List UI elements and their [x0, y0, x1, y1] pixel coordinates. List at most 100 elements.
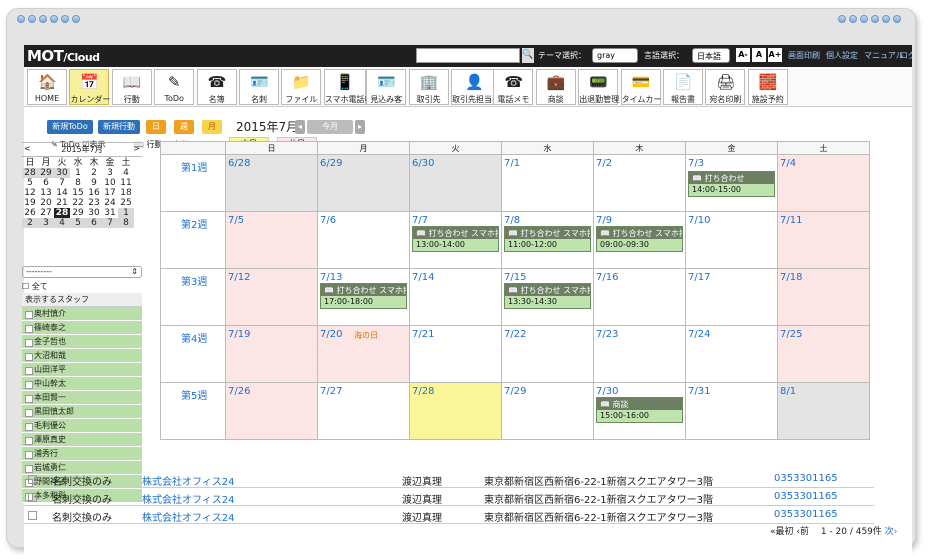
toolbar-report-button[interactable]: 📄 報告書 [663, 69, 703, 105]
mini-day[interactable]: 11 [118, 178, 134, 188]
mini-day[interactable]: 6 [86, 218, 102, 228]
mini-day[interactable]: 6 [38, 178, 54, 188]
mini-day[interactable]: 7 [102, 218, 118, 228]
font-normal-button[interactable]: A [752, 48, 766, 62]
toolbar-contact-button[interactable]: 👤 取引先担当者 [451, 69, 500, 105]
calendar-day-cell[interactable]: 7/5 [225, 211, 318, 269]
calendar-day-cell[interactable]: 7/29 [501, 382, 594, 440]
toolbar-facility-button[interactable]: 🧱 施設予約 [747, 69, 788, 105]
toolbar-phone-button[interactable]: ☎ 名簿 [196, 69, 237, 105]
toolbar-phonebook-button[interactable]: 📱 スマホ電話帳 [323, 69, 373, 105]
toolbar-prospect-button[interactable]: 🪪 見込み客 [366, 69, 407, 105]
next-month-button[interactable]: ▸ [355, 120, 365, 134]
mini-day[interactable]: 28 [54, 208, 70, 218]
mini-day[interactable]: 2 [86, 168, 102, 178]
calendar-day-cell[interactable]: 7/11 [777, 211, 870, 269]
font-smaller-button[interactable]: A- [736, 48, 750, 62]
calendar-day-cell[interactable]: 7/6 [317, 211, 410, 269]
calendar-event[interactable]: 📖 打ち合わせ スマホ打合せ13:30-14:30 [504, 283, 591, 309]
staff-select[interactable]: --------- ⇕ [22, 266, 142, 278]
mini-day[interactable]: 26 [22, 208, 38, 218]
calendar-day-cell[interactable]: 8/1 [777, 382, 870, 440]
personal-settings-link[interactable]: 個人設定 [826, 50, 858, 61]
calendar-day-cell[interactable]: 7/27 [317, 382, 410, 440]
mini-day[interactable]: 24 [102, 198, 118, 208]
staff-item[interactable]: 浦秀行 [22, 447, 142, 461]
mini-next-button[interactable]: > [133, 144, 140, 155]
toolbar-book-button[interactable]: 📖 行動 [111, 69, 152, 105]
staff-item[interactable]: 毛利優公 [22, 419, 142, 433]
mini-day[interactable]: 22 [70, 198, 86, 208]
mini-day[interactable]: 5 [22, 178, 38, 188]
calendar-event[interactable]: 📖 打ち合わせ スマホ打合せ11:00-12:00 [504, 226, 591, 252]
mini-day[interactable]: 1 [70, 168, 86, 178]
mini-day[interactable]: 5 [70, 218, 86, 228]
new-todo-button[interactable]: 新規ToDo [47, 120, 93, 134]
toolbar-briefcase-button[interactable]: 💼 商談 [535, 69, 576, 105]
row-company[interactable]: 株式会社オフィス24 [142, 491, 235, 506]
font-larger-button[interactable]: A+ [768, 48, 782, 62]
this-month-button[interactable]: 今月 [307, 120, 353, 134]
mini-day[interactable]: 14 [54, 188, 70, 198]
row-checkbox[interactable] [28, 475, 37, 484]
toolbar-timecard-button[interactable]: 💳 タイムカード [620, 69, 669, 105]
list-row[interactable]: 名刺交換のみ 株式会社オフィス24 渡辺真理 東京都新宿区西新宿6-22-1新宿スクエ… [24, 470, 874, 488]
mini-day[interactable]: 3 [38, 218, 54, 228]
staff-all-checkbox[interactable]: ☐ 全て [22, 281, 142, 293]
list-row[interactable]: 名刺交換のみ 株式会社オフィス24 渡辺真理 東京都新宿区西新宿6-22-1新宿スクエ… [24, 506, 874, 524]
calendar-event[interactable]: 📖 打ち合わせ 14:00-15:00 [688, 171, 775, 197]
prev-month-button[interactable]: ◂ [295, 120, 305, 134]
calendar-day-cell[interactable]: 7/19 [225, 325, 318, 383]
calendar-day-cell[interactable]: 7/4 [777, 154, 870, 212]
calendar-day-cell[interactable]: 7/2 [593, 154, 686, 212]
mini-day[interactable]: 7 [54, 178, 70, 188]
print-screen-link[interactable]: 画面印刷 [788, 50, 820, 61]
staff-item[interactable]: 中山幹太 [22, 377, 142, 391]
week-label[interactable]: 第3週 [160, 268, 226, 326]
mini-day[interactable]: 3 [102, 168, 118, 178]
mini-day[interactable]: 30 [86, 208, 102, 218]
calendar-day-cell[interactable]: 6/28 [225, 154, 318, 212]
staff-item[interactable]: 篠崎泰之 [22, 321, 142, 335]
week-label[interactable]: 第1週 [160, 154, 226, 212]
row-company[interactable]: 株式会社オフィス24 [142, 509, 235, 524]
mini-day[interactable]: 9 [86, 178, 102, 188]
calendar-day-cell[interactable]: 7/15📖 打ち合わせ スマホ打合せ13:30-14:30 [501, 268, 594, 326]
calendar-event[interactable]: 📖 打ち合わせ スマホ打合せ17:00-18:00 [320, 283, 407, 309]
toolbar-pencil-button[interactable]: ✎ ToDo [154, 69, 195, 105]
toolbar-card-button[interactable]: 🪪 名刺 [239, 69, 279, 105]
staff-item[interactable]: 澤原真史 [22, 433, 142, 447]
calendar-day-cell[interactable]: 7/16 [593, 268, 686, 326]
staff-item[interactable]: 黒田慎太郎 [22, 405, 142, 419]
staff-item[interactable]: 奥村慎介 [22, 307, 142, 321]
day-view-button[interactable]: 日 [146, 120, 166, 134]
toolbar-folder-button[interactable]: 📁 ファイル [281, 69, 322, 105]
month-view-button[interactable]: 月 [202, 120, 222, 134]
week-label[interactable]: 第5週 [160, 382, 226, 440]
logout-link[interactable]: ログアウ [900, 50, 912, 61]
calendar-day-cell[interactable]: 6/29 [317, 154, 410, 212]
mini-day[interactable]: 21 [54, 198, 70, 208]
staff-item[interactable]: 大沼和哉 [22, 349, 142, 363]
mini-day[interactable]: 29 [70, 208, 86, 218]
pager-next[interactable]: 次› [885, 527, 898, 537]
language-select[interactable]: 日本語 [692, 48, 730, 63]
mini-day[interactable]: 12 [22, 188, 38, 198]
row-checkbox[interactable] [28, 511, 37, 520]
calendar-day-cell[interactable]: 7/22 [501, 325, 594, 383]
week-label[interactable]: 第2週 [160, 211, 226, 269]
calendar-day-cell[interactable]: 6/30 [409, 154, 502, 212]
staff-item[interactable]: 金子哲也 [22, 335, 142, 349]
mini-day[interactable]: 17 [102, 188, 118, 198]
mini-day[interactable]: 27 [38, 208, 54, 218]
manual-link[interactable]: マニュアル [864, 50, 904, 61]
mini-day[interactable]: 1 [118, 208, 134, 218]
calendar-day-cell[interactable]: 7/24 [685, 325, 778, 383]
calendar-event[interactable]: 📖 打ち合わせ スマホ打合せ09:00-09:30 [596, 226, 683, 252]
row-phone[interactable]: 0353301165 [774, 473, 838, 484]
week-label[interactable]: 第4週 [160, 325, 226, 383]
mini-day[interactable]: 10 [102, 178, 118, 188]
calendar-day-cell[interactable]: 7/8📖 打ち合わせ スマホ打合せ11:00-12:00 [501, 211, 594, 269]
calendar-day-cell[interactable]: 7/23 [593, 325, 686, 383]
week-view-button[interactable]: 週 [174, 120, 194, 134]
